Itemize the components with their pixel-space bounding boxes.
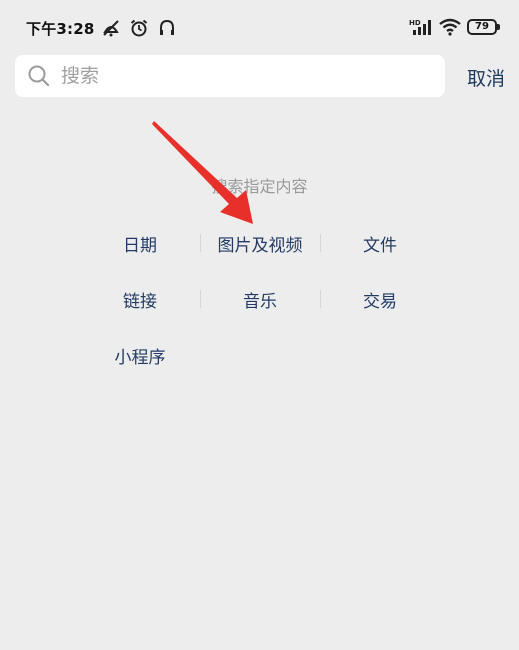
- hd-label: HD: [409, 19, 421, 27]
- category-links[interactable]: 链接: [80, 287, 200, 312]
- category-files[interactable]: 文件: [320, 231, 440, 256]
- search-input[interactable]: [59, 64, 423, 88]
- category-music[interactable]: 音乐: [200, 287, 320, 312]
- search-bar[interactable]: [15, 55, 445, 97]
- search-icon: [28, 65, 50, 87]
- search-hint: 搜索指定内容: [211, 177, 308, 196]
- red-arrow-annotation: [152, 121, 253, 224]
- category-photos-videos[interactable]: 图片及视频: [200, 231, 320, 256]
- status-time: 下午3:28: [26, 20, 95, 38]
- status-bar: 下午3:28 HD 79: [0, 0, 519, 46]
- status-left-icons: [101, 18, 177, 38]
- category-date[interactable]: 日期: [80, 231, 200, 256]
- category-transactions[interactable]: 交易: [320, 287, 440, 312]
- cancel-button[interactable]: 取消: [467, 64, 505, 91]
- search-screen: 下午3:28 HD 79 搜索 取消 搜索指定内容 日期 图片及视频 文件 链接…: [0, 0, 519, 650]
- category-mini-programs[interactable]: 小程序: [80, 343, 200, 368]
- status-right-icons: HD 79: [409, 18, 500, 36]
- cellular-signal-icon: HD: [409, 19, 431, 35]
- battery-icon: 79: [467, 19, 500, 35]
- silent-mode-icon: [103, 20, 119, 37]
- headset-icon: [160, 19, 174, 35]
- alarm-clock-icon: [130, 19, 148, 37]
- wifi-icon: [439, 18, 461, 36]
